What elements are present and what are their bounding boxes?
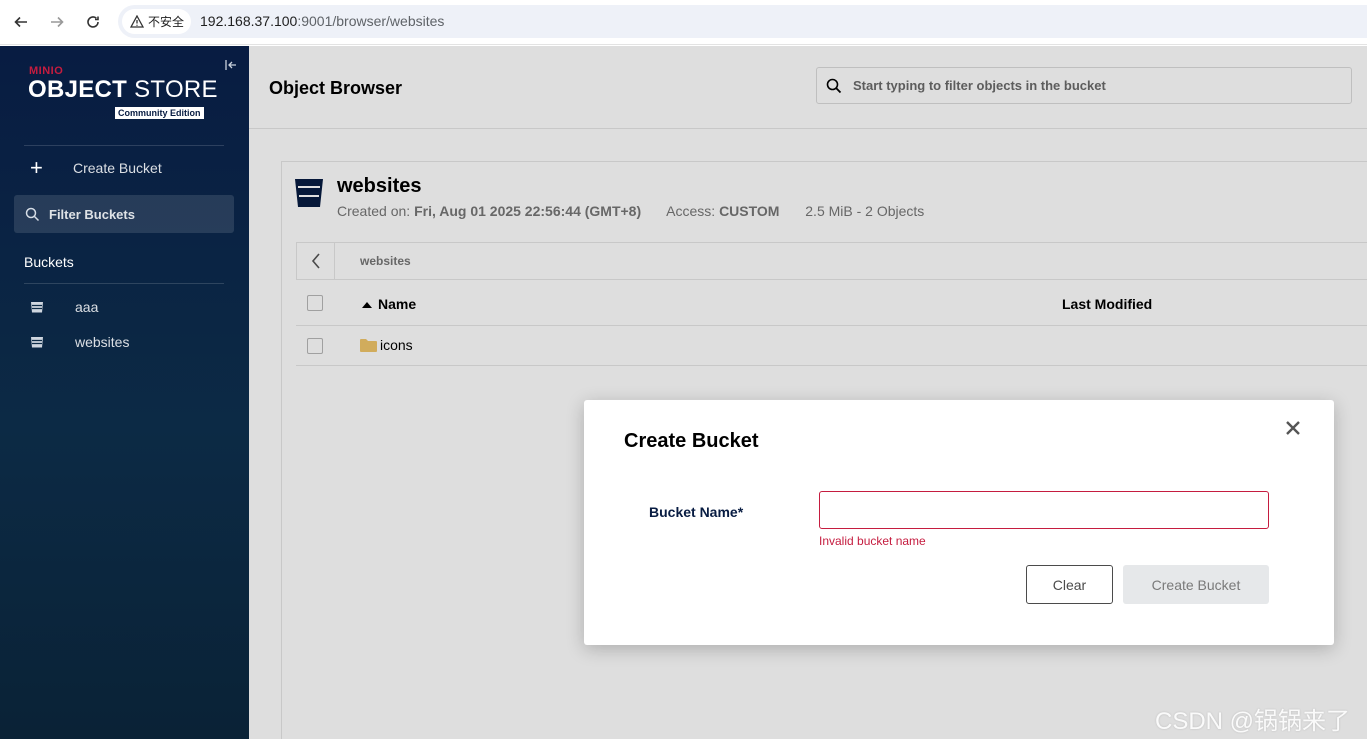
filter-buckets-input[interactable]: Filter Buckets bbox=[14, 195, 234, 233]
sidebar-bucket-label: websites bbox=[75, 334, 130, 350]
create-bucket-dialog: Create Bucket Bucket Name* Invalid bucke… bbox=[584, 400, 1334, 645]
security-label: 不安全 bbox=[148, 15, 185, 29]
sidebar: MINIO OBJECT STORE Community Edition + C… bbox=[0, 46, 249, 739]
bucket-name-input[interactable] bbox=[819, 491, 1269, 529]
sidebar-divider bbox=[24, 283, 224, 284]
back-arrow-icon[interactable] bbox=[9, 10, 33, 34]
bucket-name-label: Bucket Name* bbox=[649, 504, 744, 520]
create-bucket-nav-label: Create Bucket bbox=[73, 160, 162, 176]
bucket-name-error: Invalid bucket name bbox=[819, 534, 926, 548]
filter-buckets-placeholder: Filter Buckets bbox=[49, 206, 135, 222]
forward-arrow-icon[interactable] bbox=[45, 10, 69, 34]
reload-icon[interactable] bbox=[81, 10, 105, 34]
clear-button[interactable]: Clear bbox=[1026, 565, 1113, 604]
sidebar-bucket-websites[interactable]: websites bbox=[30, 332, 129, 352]
logo-edition-badge: Community Edition bbox=[115, 107, 204, 119]
bucket-icon bbox=[31, 337, 43, 348]
sidebar-bucket-aaa[interactable]: aaa bbox=[30, 297, 98, 317]
address-bar[interactable]: 不安全 192.168.37.100:9001/browser/websites bbox=[118, 5, 1367, 38]
plus-icon: + bbox=[30, 155, 43, 180]
close-icon[interactable] bbox=[1283, 418, 1303, 438]
dialog-title: Create Bucket bbox=[624, 430, 759, 452]
bucket-icon bbox=[31, 302, 43, 313]
sidebar-divider bbox=[24, 145, 224, 146]
create-bucket-nav-button[interactable]: + Create Bucket bbox=[20, 156, 162, 180]
browser-toolbar: 不安全 192.168.37.100:9001/browser/websites bbox=[0, 0, 1367, 45]
url-text: 192.168.37.100:9001/browser/websites bbox=[200, 13, 445, 29]
logo-title: OBJECT STORE bbox=[28, 76, 218, 103]
security-indicator[interactable]: 不安全 bbox=[122, 9, 192, 34]
sidebar-bucket-label: aaa bbox=[75, 299, 99, 315]
buckets-section-title: Buckets bbox=[24, 254, 74, 270]
search-icon bbox=[25, 207, 40, 221]
collapse-sidebar-icon[interactable] bbox=[224, 58, 238, 72]
warning-icon bbox=[130, 15, 144, 28]
create-bucket-button[interactable]: Create Bucket bbox=[1123, 565, 1269, 604]
watermark: CSDN @锅锅来了 bbox=[1155, 708, 1351, 735]
